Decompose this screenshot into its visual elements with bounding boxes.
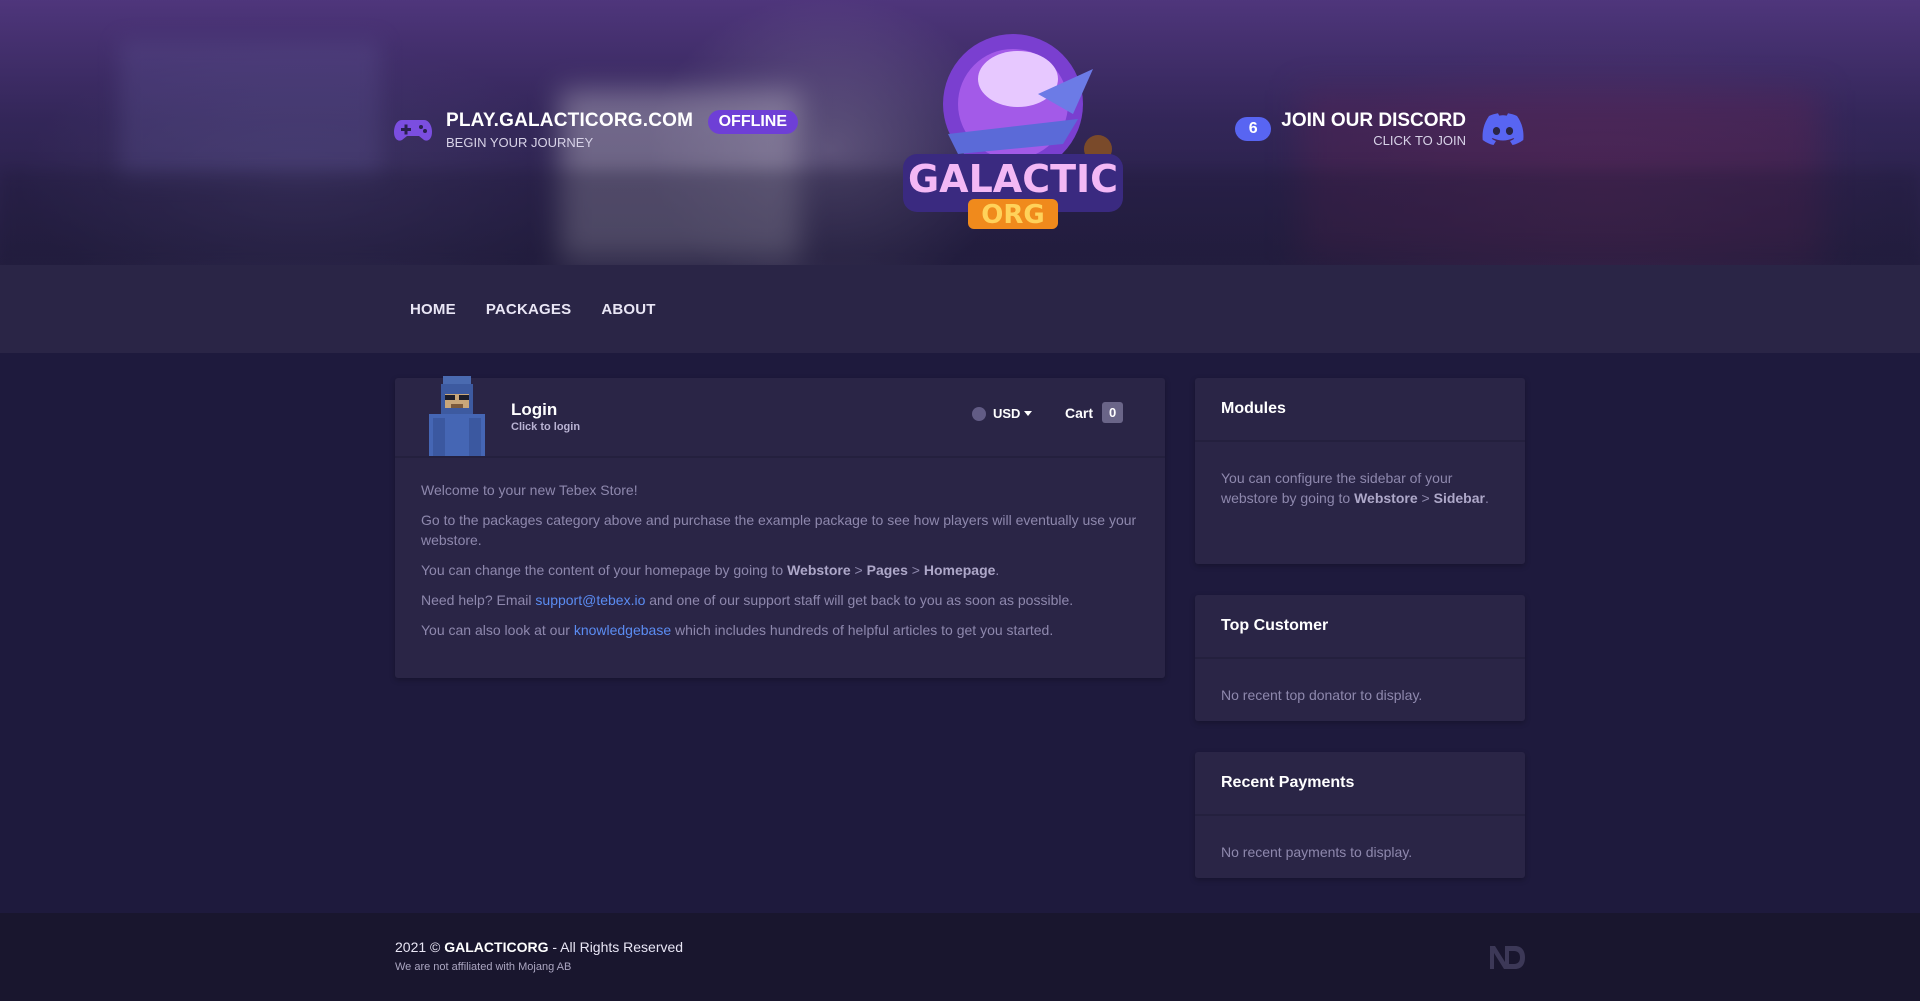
module-content: No recent top donator to display. [1221,687,1423,703]
nd-logo-icon[interactable] [1488,943,1526,971]
module-title: Top Customer [1195,595,1525,659]
server-tagline: BEGIN YOUR JOURNEY [446,135,594,150]
galactic-org-logo[interactable]: GALACTIC ORG [888,24,1138,234]
knowledgebase-link[interactable]: knowledgebase [574,622,671,638]
welcome-paragraph: Welcome to your new Tebex Store! [421,482,638,498]
path-sidebar: Sidebar [1433,490,1485,506]
footer: 2021 © GALACTICORG - All Rights Reserved… [0,913,1920,1001]
logo-text-galactic: GALACTIC [908,157,1118,201]
gamepad-icon [394,120,432,141]
globe-icon [972,406,986,421]
welcome-card: Login Click to login USD Cart 0 Welcome … [395,376,1165,678]
hero-banner: PLAY.GALACTICORG.COM OFFLINE BEGIN YOUR … [0,0,1920,265]
module-title: Modules [1195,378,1525,442]
discord-title[interactable]: JOIN OUR DISCORD [1281,110,1466,132]
path-webstore: Webstore [787,562,851,578]
discord-subtitle: CLICK TO JOIN [1373,133,1466,148]
nav-packages[interactable]: PACKAGES [486,301,572,318]
server-info[interactable]: PLAY.GALACTICORG.COM OFFLINE BEGIN YOUR … [394,110,799,150]
welcome-content: Welcome to your new Tebex Store! Go to t… [395,458,1165,672]
cart-button[interactable]: Cart 0 [1065,402,1124,423]
login-link[interactable]: Login Click to login [511,400,580,433]
discord-icon[interactable] [1482,113,1524,145]
server-status-badge: OFFLINE [707,110,799,134]
logo-text-org: ORG [981,200,1044,230]
discord-link[interactable]: 6 JOIN OUR DISCORD CLICK TO JOIN [1235,110,1524,148]
homepage-paragraph: You can change the content of your homep… [421,562,1000,578]
cart-label[interactable]: Cart [1065,405,1093,421]
login-title[interactable]: Login [511,400,580,420]
server-address[interactable]: PLAY.GALACTICORG.COM [446,110,693,131]
nav-home[interactable]: HOME [410,301,456,318]
support-email-link[interactable]: support@tebex.io [535,592,645,608]
module-content: No recent payments to display. [1221,844,1413,860]
cart-count-badge: 0 [1102,402,1124,423]
path-pages: Pages [866,562,908,578]
packages-paragraph: Go to the packages category above and pu… [421,512,1137,548]
footer-brand: GALACTICORG [444,939,549,955]
nav-about[interactable]: ABOUT [601,301,655,318]
help-paragraph: Need help? Email support@tebex.io and on… [421,592,1074,608]
currency-value[interactable]: USD [993,406,1020,421]
main-navigation: HOME PACKAGES ABOUT [0,265,1920,353]
player-avatar[interactable] [425,376,489,456]
module-content: You can configure the sidebar of your we… [1221,470,1489,506]
path-homepage: Homepage [923,562,996,578]
account-bar: Login Click to login USD Cart 0 [395,376,1165,458]
login-subtitle[interactable]: Click to login [511,421,580,433]
currency-selector[interactable]: USD [972,406,1033,421]
modules-module: Modules You can configure the sidebar of… [1195,378,1525,564]
chevron-down-icon [1024,411,1033,416]
knowledgebase-paragraph: You can also look at our knowledgebase w… [421,622,1054,638]
top-customer-module: Top Customer No recent top donator to di… [1195,595,1525,721]
footer-disclaimer: We are not affiliated with Mojang AB [395,961,572,973]
module-title: Recent Payments [1195,752,1525,816]
path-webstore: Webstore [1354,490,1418,506]
discord-online-count: 6 [1235,117,1272,141]
copyright: 2021 © GALACTICORG - All Rights Reserved [395,939,684,955]
recent-payments-module: Recent Payments No recent payments to di… [1195,752,1525,878]
